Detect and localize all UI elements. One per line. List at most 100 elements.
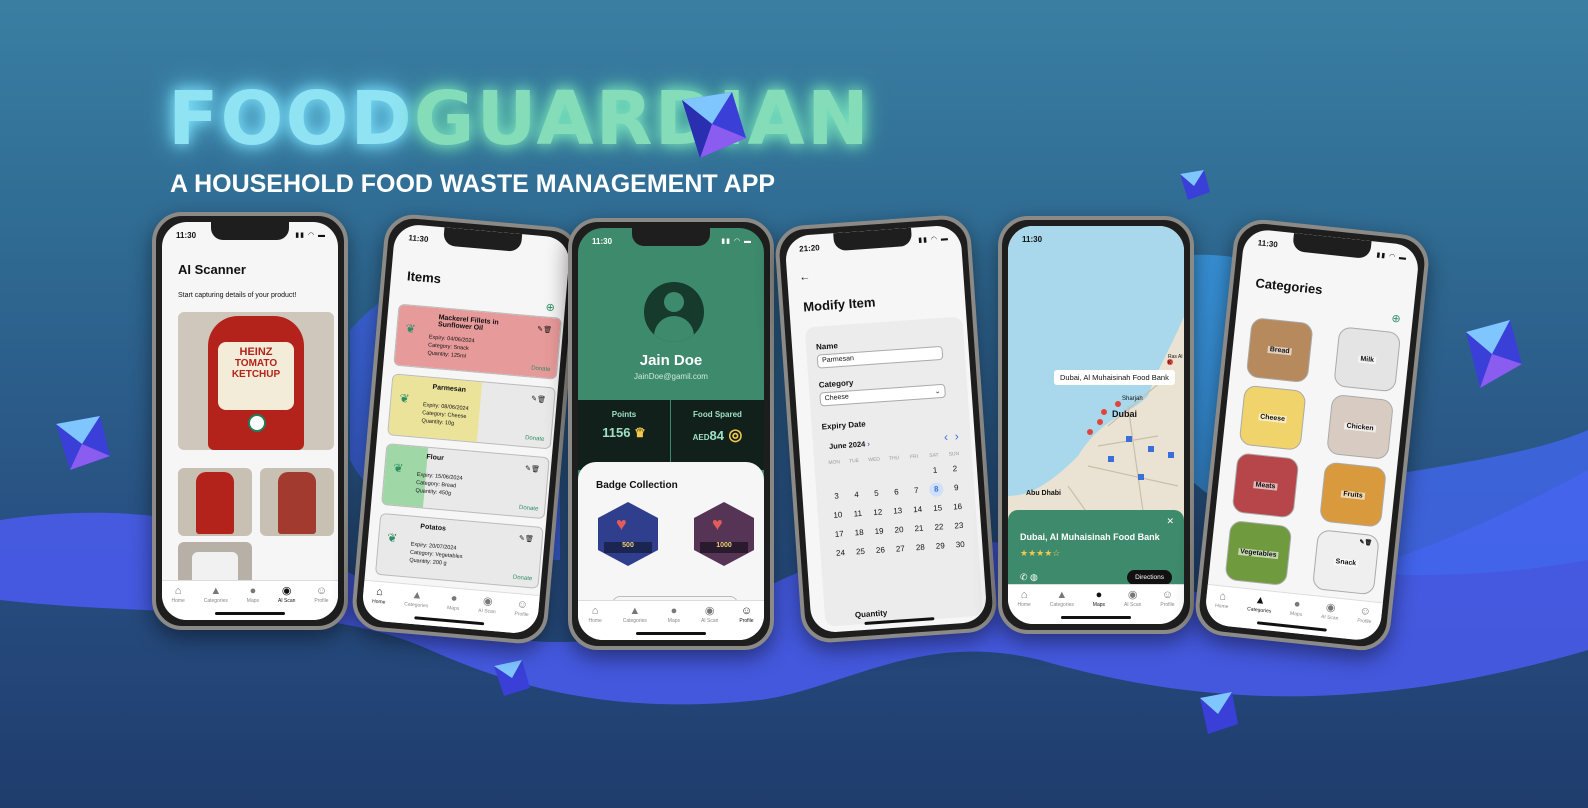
item-card[interactable]: ❦ Mackerel Fillets in Sunflower Oil Expi… — [393, 303, 563, 380]
category-bread[interactable]: Bread — [1245, 317, 1314, 384]
calendar-day[interactable]: 22 — [929, 520, 950, 535]
calendar-day[interactable]: 8 — [928, 482, 944, 498]
calendar-day[interactable]: 10 — [827, 508, 848, 523]
page-title: AI Scanner — [178, 262, 246, 277]
shapes-icon: ▲ — [411, 588, 424, 602]
calendar-day[interactable]: 29 — [930, 539, 951, 554]
home-icon: ⌂ — [375, 585, 384, 599]
tab-profile[interactable]: ☺ Profile — [513, 598, 530, 634]
calendar-day[interactable]: 25 — [850, 544, 871, 559]
close-icon[interactable]: ✕ — [1166, 516, 1174, 527]
donate-link[interactable]: Donate — [519, 505, 539, 513]
calendar-day[interactable]: 30 — [950, 537, 971, 552]
calendar-day[interactable]: 26 — [870, 543, 891, 558]
edit-delete-icons[interactable]: ✎🗑 — [531, 395, 546, 404]
tab-profile[interactable]: ☺ Profile — [1160, 589, 1174, 624]
tab-profile[interactable]: ☺ Profile — [1355, 605, 1373, 641]
calendar-day[interactable]: 27 — [890, 542, 911, 557]
calendar-day[interactable]: 4 — [846, 488, 867, 503]
tab-profile[interactable]: ☺ Profile — [739, 605, 753, 640]
map-popup[interactable]: Dubai, Al Muhaisinah Food Bank — [1054, 370, 1175, 385]
edit-delete-icons[interactable]: ✎🗑 — [1359, 539, 1372, 547]
category-cheese[interactable]: Cheese — [1238, 384, 1307, 451]
gem-icon — [682, 92, 746, 158]
capture-button[interactable] — [248, 414, 266, 432]
calendar-day[interactable]: 18 — [849, 525, 870, 540]
calendar-day — [885, 466, 906, 481]
calendar-month[interactable]: June 2024 › — [829, 439, 870, 451]
badge-500[interactable]: ♥ 500 — [598, 502, 658, 566]
status-icons: ▮▮ ◠ ▬ — [295, 232, 326, 239]
calendar-day[interactable]: 14 — [907, 502, 928, 517]
calendar-day[interactable]: 21 — [909, 521, 930, 536]
category-milk[interactable]: Milk — [1333, 326, 1402, 393]
shapes-icon: ▲ — [1254, 593, 1267, 608]
calendar-day[interactable]: 6 — [886, 485, 907, 500]
weekday-label: MON — [828, 459, 841, 467]
shapes-icon: ▲ — [629, 605, 641, 617]
category-vegetables[interactable]: Vegetables — [1224, 519, 1293, 587]
spared-label: Food Spared — [693, 410, 742, 419]
captured-photo[interactable] — [260, 468, 334, 536]
place-title: Dubai, Al Muhaisinah Food Bank — [1020, 532, 1160, 542]
category-snack[interactable]: Snack ✎🗑 — [1311, 529, 1380, 596]
tab-ai-scan[interactable]: ◉ AI Scan — [1319, 601, 1340, 638]
calendar-day[interactable]: 20 — [889, 523, 910, 538]
status-time: 11:30 — [1022, 235, 1043, 244]
user-name: Jain Doe — [639, 352, 703, 369]
calendar-day[interactable]: 9 — [946, 481, 967, 496]
calendar-day[interactable]: 19 — [869, 524, 890, 539]
gem-icon — [1180, 170, 1210, 200]
calendar-day[interactable]: 5 — [866, 486, 887, 501]
category-fruits[interactable]: Fruits — [1319, 461, 1387, 528]
add-icon[interactable]: ⊕ — [1391, 312, 1402, 326]
calendar-day[interactable]: 17 — [829, 527, 850, 542]
calendar-day[interactable]: 24 — [830, 546, 851, 561]
calendar-day[interactable]: 12 — [867, 505, 888, 520]
tab-home[interactable]: ⌂ Home — [1017, 589, 1030, 624]
item-card[interactable]: ❦ Parmesan Expiry: 08/06/2024 Category: C… — [387, 373, 556, 450]
badge-1000[interactable]: ♥ 1000 — [694, 502, 754, 566]
calendar-day[interactable]: 2 — [945, 462, 966, 477]
edit-delete-icons[interactable]: ✎🗑 — [537, 325, 552, 334]
calendar-day[interactable]: 23 — [948, 518, 969, 533]
calendar-day[interactable]: 1 — [925, 463, 946, 478]
calendar-day[interactable]: 3 — [826, 489, 847, 504]
captured-photo[interactable] — [178, 468, 252, 536]
calendar-day[interactable]: 15 — [927, 501, 948, 516]
category-meats[interactable]: Meats — [1231, 452, 1300, 519]
item-card[interactable]: ❦ Potatos Expiry: 20/07/2024 Category: Ve… — [374, 512, 544, 589]
phone-globe-icons[interactable]: ✆ ◍ — [1020, 572, 1038, 583]
directions-button[interactable]: Directions — [1127, 570, 1172, 585]
calendar-day[interactable]: 13 — [887, 504, 908, 519]
quantity-label: Quantity — [854, 608, 888, 620]
tab-profile[interactable]: ☺ Profile — [314, 585, 328, 620]
edit-delete-icons[interactable]: ✎🗑 — [519, 534, 534, 543]
name-label: Name — [815, 341, 839, 352]
city-label: Abu Dhabi — [1026, 490, 1061, 497]
city-label: Sharjah — [1122, 396, 1143, 402]
calendar-day — [905, 464, 926, 479]
donate-link[interactable]: Donate — [525, 435, 545, 443]
back-arrow-icon[interactable]: ← — [799, 271, 811, 284]
status-icons: ▮▮ ◠ ▬ — [918, 235, 950, 245]
tab-home[interactable]: ⌂ Home — [588, 605, 601, 640]
tab-home[interactable]: ⌂ Home — [370, 586, 386, 622]
donate-link[interactable]: Donate — [513, 575, 533, 583]
weekday-label: SAT — [929, 452, 939, 460]
camera-preview[interactable]: HEINZ TOMATO KETCHUP — [178, 312, 334, 450]
status-time: 21:20 — [798, 243, 820, 254]
calendar-day[interactable]: 16 — [947, 500, 968, 515]
edit-delete-icons[interactable]: ✎🗑 — [525, 464, 540, 473]
tab-home[interactable]: ⌂ Home — [1213, 590, 1230, 626]
calendar-day[interactable]: 7 — [906, 483, 927, 498]
tab-ai-scan[interactable]: ◉ AI Scan — [476, 595, 496, 631]
tab-home[interactable]: ⌂ Home — [171, 585, 184, 620]
calendar-day[interactable]: 11 — [847, 506, 868, 521]
phone-categories: 11:30 ▮▮ ◠ ▬ Categories ⊕ Bread Milk Che… — [1192, 216, 1432, 654]
category-chicken[interactable]: Chicken — [1326, 393, 1395, 461]
month-nav[interactable]: ‹ › — [944, 429, 960, 444]
item-card[interactable]: ❦ Flour Expiry: 15/06/2024 Category: Brea… — [381, 443, 550, 520]
calendar-day[interactable]: 28 — [910, 540, 931, 555]
add-icon[interactable]: ⊕ — [545, 301, 555, 315]
